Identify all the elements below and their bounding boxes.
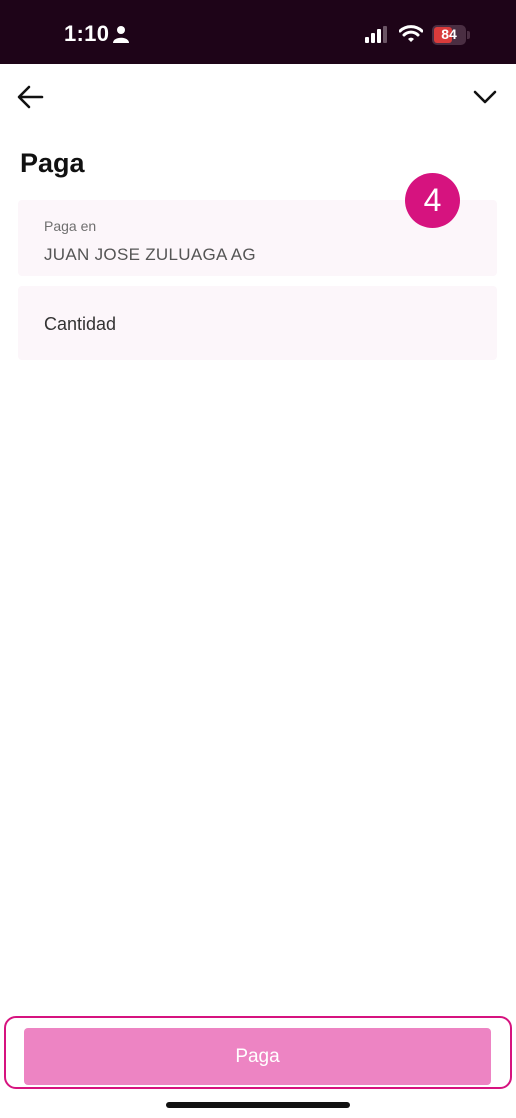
battery-percent: 84 xyxy=(441,26,457,42)
step-badge: 4 xyxy=(405,173,460,228)
battery-icon: 84 xyxy=(432,25,466,45)
page-title: Paga xyxy=(20,148,85,178)
status-time: 1:10 xyxy=(64,21,110,46)
amount-placeholder: Cantidad xyxy=(44,314,117,334)
person-icon xyxy=(113,26,129,43)
battery-cap xyxy=(467,31,470,39)
signal-icon xyxy=(365,26,387,43)
home-indicator xyxy=(166,1102,350,1108)
merchant-value: JUAN JOSE ZULUAGA AG xyxy=(44,245,256,264)
status-bar: 1:10 84 xyxy=(0,0,516,64)
merchant-label: Paga en xyxy=(44,218,97,234)
chevron-down-icon[interactable] xyxy=(472,86,498,108)
amount-input[interactable]: Cantidad xyxy=(18,286,497,360)
wifi-icon xyxy=(399,25,423,42)
payment-screen: 1:10 84 Paga Paga en JUAN JOSE ZULUAGA A… xyxy=(0,0,516,1118)
back-arrow-icon[interactable] xyxy=(16,84,44,110)
pay-button[interactable]: Paga xyxy=(24,1028,491,1085)
